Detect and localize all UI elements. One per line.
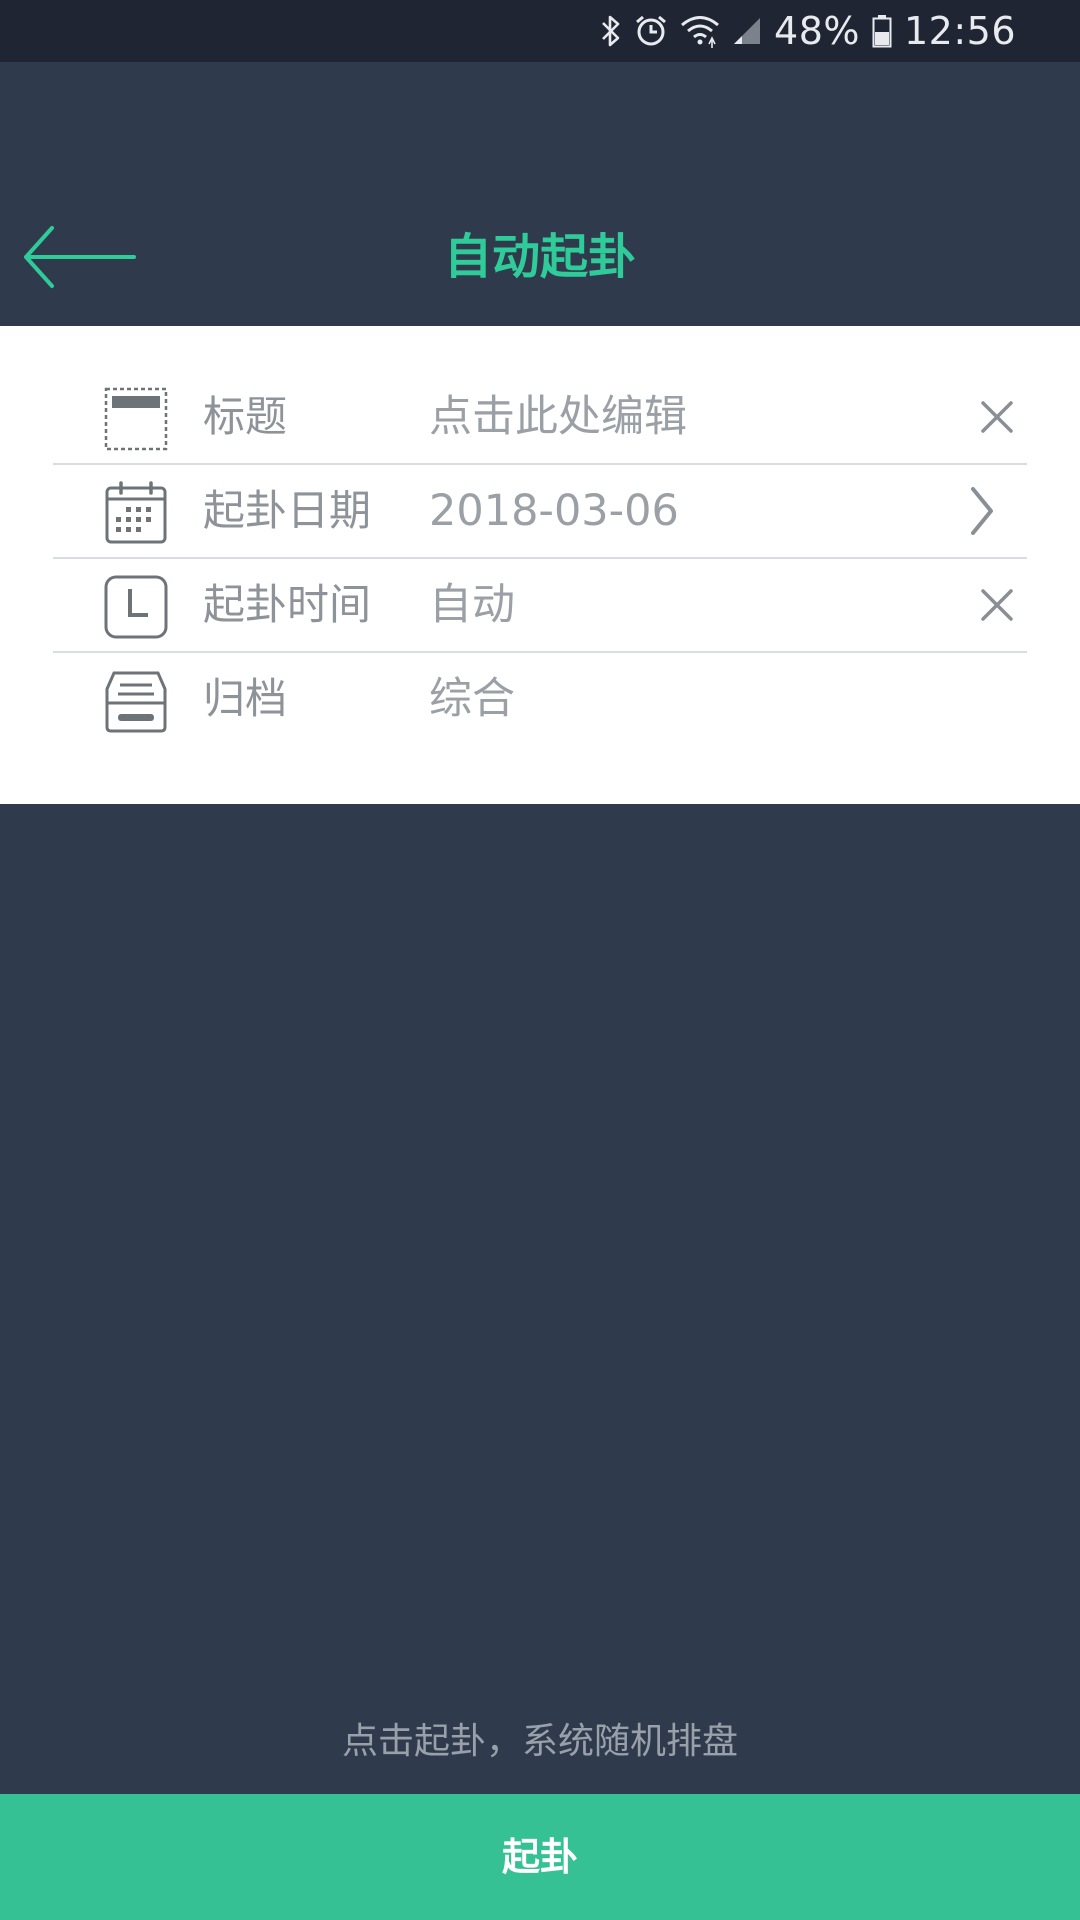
archive-label: 归档 — [203, 674, 288, 723]
page-title: 自动起卦 — [443, 229, 636, 285]
archive-row[interactable]: 归档 综合 — [53, 653, 1027, 745]
alarm-icon — [634, 14, 668, 48]
chevron-right-icon[interactable] — [957, 487, 1005, 535]
date-label: 起卦日期 — [203, 486, 372, 535]
calendar-icon — [105, 481, 167, 544]
arrow-left-icon — [24, 226, 136, 288]
title-label: 标题 — [203, 392, 288, 441]
status-bar: 48% 12:56 — [0, 0, 1080, 62]
time-label: 起卦时间 — [203, 580, 372, 629]
title-row[interactable]: 标题 点击此处编辑 — [53, 371, 1027, 465]
form-card: 标题 点击此处编辑 起卦日期 2018-03-06 起卦时间 自动 归档 综合 — [0, 326, 1080, 804]
date-value[interactable]: 2018-03-06 — [429, 465, 679, 557]
back-button[interactable] — [22, 222, 138, 292]
time-row[interactable]: 起卦时间 自动 — [53, 559, 1027, 653]
start-divination-button[interactable]: 起卦 — [0, 1794, 1080, 1920]
signal-icon — [732, 16, 762, 46]
battery-icon — [872, 14, 892, 48]
battery-percent: 48% — [774, 9, 860, 53]
time-value[interactable]: 自动 — [429, 559, 515, 651]
app-header: 自动起卦 — [0, 62, 1080, 326]
status-icons: 48% 12:56 — [600, 0, 1016, 62]
wifi-icon — [680, 14, 720, 48]
bluetooth-icon — [600, 14, 622, 48]
title-box-icon — [104, 387, 168, 451]
date-row[interactable]: 起卦日期 2018-03-06 — [53, 465, 1027, 559]
archive-value[interactable]: 综合 — [429, 653, 515, 745]
close-icon[interactable] — [973, 393, 1021, 441]
archive-icon — [105, 671, 167, 733]
title-input[interactable]: 点击此处编辑 — [429, 371, 687, 463]
clock-icon — [104, 575, 168, 639]
close-icon[interactable] — [973, 581, 1021, 629]
hint-text: 点击起卦，系统随机排盘 — [341, 1721, 738, 1762]
clock-time: 12:56 — [903, 9, 1016, 53]
